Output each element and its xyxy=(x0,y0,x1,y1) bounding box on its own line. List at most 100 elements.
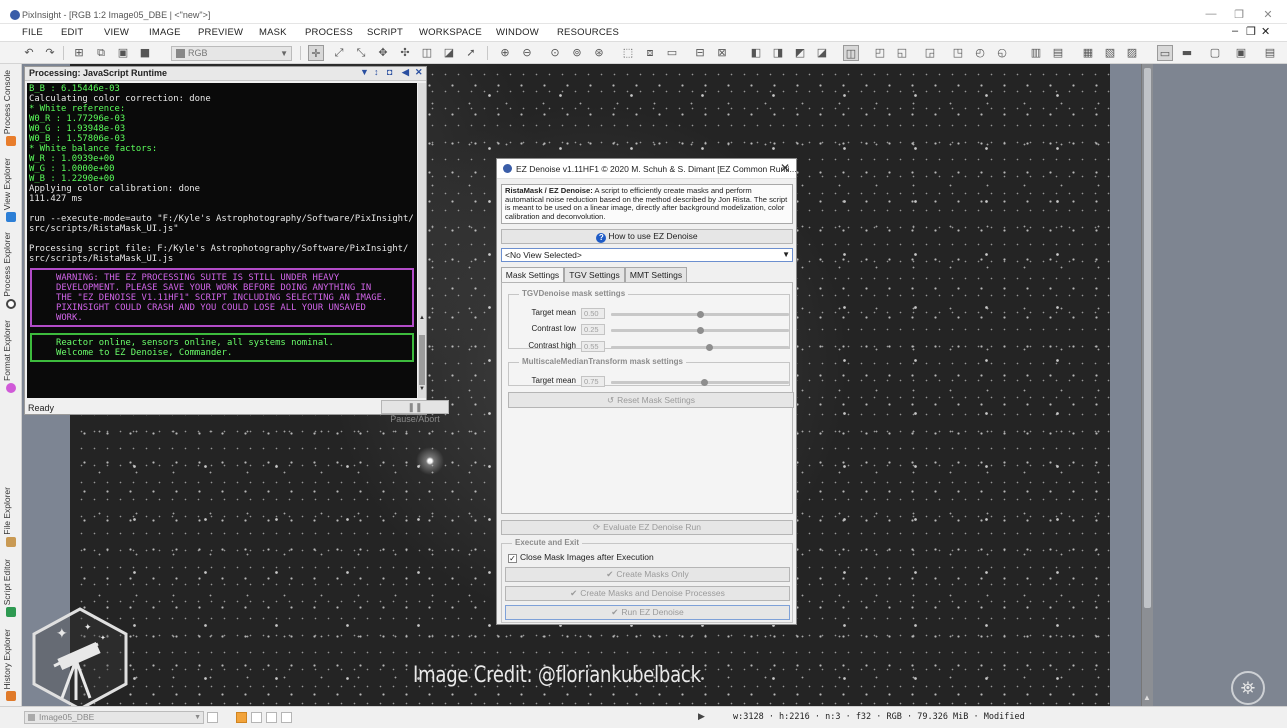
menu-file[interactable]: FILE xyxy=(22,27,43,38)
fit-view-icon[interactable]: ⤢ xyxy=(331,45,347,61)
menu-image[interactable]: IMAGE xyxy=(149,27,181,38)
display-red-icon[interactable]: ◩ xyxy=(792,45,808,61)
menu-preview[interactable]: PREVIEW xyxy=(198,27,243,38)
preview-select-icon[interactable]: ⬚ xyxy=(620,45,636,61)
zoom-fit-icon[interactable]: ⊚ xyxy=(569,45,585,61)
tab-mask-settings[interactable]: Mask Settings xyxy=(501,267,564,283)
sidebar-tab-view-explorer[interactable]: View Explorer xyxy=(2,150,20,224)
channel-selector[interactable]: RGB ▼ xyxy=(171,46,292,61)
resize-icon[interactable]: ↕ xyxy=(374,67,379,77)
menu-resources[interactable]: RESOURCES xyxy=(557,27,619,38)
dock-left-icon[interactable]: ◀ xyxy=(402,67,409,78)
layout-5-icon[interactable]: ▨ xyxy=(1124,45,1140,61)
undo-icon[interactable]: ↶ xyxy=(21,45,37,61)
zoom-out-icon[interactable]: ⊖ xyxy=(519,45,535,61)
redo-icon[interactable]: ↷ xyxy=(42,45,58,61)
display-rgb-icon[interactable]: ◨ xyxy=(770,45,786,61)
pointer-icon[interactable]: ➚ xyxy=(463,45,479,61)
frame-icon[interactable]: ◫ xyxy=(419,45,435,61)
slider-value-field[interactable]: 0.55 xyxy=(581,341,605,352)
slider-value-field[interactable]: 0.50 xyxy=(581,308,605,319)
slider-value-field[interactable]: 0.75 xyxy=(581,376,605,387)
preview-edit-icon[interactable]: ⧈ xyxy=(642,45,658,61)
menu-view[interactable]: VIEW xyxy=(104,27,129,38)
track-icon[interactable]: ◲ xyxy=(922,45,938,61)
panel-alt-icon[interactable]: ▬ xyxy=(1179,45,1195,61)
slider-track[interactable] xyxy=(611,311,789,318)
close-masks-checkbox-row[interactable]: ✓ Close Mask Images after Execution xyxy=(508,552,654,563)
reset-mask-settings-button[interactable]: ↺ Reset Mask Settings xyxy=(508,392,794,408)
slider-value-field[interactable]: 0.25 xyxy=(581,324,605,335)
how-to-use-button[interactable]: ? How to use EZ Denoise xyxy=(501,229,793,244)
stf-auto-icon[interactable]: ◱ xyxy=(894,45,910,61)
evaluate-run-button[interactable]: ⟳ Evaluate EZ Denoise Run xyxy=(501,520,793,535)
play-icon[interactable]: ▶ xyxy=(698,711,705,722)
target-view-select[interactable]: <No View Selected> ▼ xyxy=(501,248,793,262)
console-output[interactable]: B_B : 6.15446e-03 Calculating color corre… xyxy=(27,83,417,398)
scrollbar-thumb[interactable] xyxy=(1144,68,1151,608)
panel-icon[interactable]: ▭ xyxy=(1157,45,1173,61)
zoom-in-icon[interactable]: ⊕ xyxy=(497,45,513,61)
menu-process[interactable]: PROCESS xyxy=(305,27,353,38)
tab-mmt-settings[interactable]: MMT Settings xyxy=(625,267,687,282)
sidebar-tab-file-explorer[interactable]: File Explorer xyxy=(2,479,20,549)
pause-abort-button[interactable]: ❚❚ Pause/Abort xyxy=(381,400,449,424)
create-masks-only-button[interactable]: ✔ Create Masks Only xyxy=(505,567,790,582)
collapse-icon[interactable]: ▼ xyxy=(360,67,369,77)
sidebar-tab-format-explorer[interactable]: Format Explorer xyxy=(2,313,20,395)
display-green-icon[interactable]: ◪ xyxy=(814,45,830,61)
status-view-selector[interactable]: Image05_DBE ▼ xyxy=(24,711,204,724)
mask-show-icon[interactable]: ⊟ xyxy=(692,45,708,61)
menu-mask[interactable]: MASK xyxy=(259,27,287,38)
slider-knob[interactable] xyxy=(700,379,708,386)
menu-edit[interactable]: EDIT xyxy=(61,27,83,38)
layout-1-icon[interactable]: ▥ xyxy=(1028,45,1044,61)
menu-script[interactable]: SCRIPT xyxy=(367,27,403,38)
slider-track[interactable] xyxy=(611,344,789,351)
status-layout-icon[interactable] xyxy=(207,712,218,723)
scroll-arrow-icon[interactable]: ▲ xyxy=(1143,693,1151,702)
layout-4-icon[interactable]: ▧ xyxy=(1102,45,1118,61)
sidebar-tab-script-editor[interactable]: Script Editor xyxy=(2,551,20,619)
tab-tgv-settings[interactable]: TGV Settings xyxy=(564,267,625,282)
new-preview-icon[interactable]: ◪ xyxy=(441,45,457,61)
slider-track[interactable] xyxy=(611,327,789,334)
restore-button[interactable]: ❐ xyxy=(1224,8,1254,21)
create-masks-denoise-button[interactable]: ✔ Create Masks and Denoise Processes xyxy=(505,586,790,601)
view-icon[interactable]: ⊞ xyxy=(71,45,87,61)
sidebar-tab-history-explorer[interactable]: History Explorer xyxy=(2,621,20,703)
display-channel-icon[interactable]: ◧ xyxy=(748,45,764,61)
stf-icon[interactable]: ◰ xyxy=(872,45,888,61)
duplicate-icon[interactable]: ⧉ xyxy=(93,45,109,61)
move-icon[interactable]: ✥ xyxy=(375,45,391,61)
menu-workspace[interactable]: WORKSPACE xyxy=(419,27,482,38)
mdi-close-button[interactable]: ✕ xyxy=(1261,25,1270,38)
image-vertical-scrollbar[interactable]: ▲ xyxy=(1141,64,1153,706)
float-icon[interactable]: ◘ xyxy=(387,67,392,77)
rect-select-icon[interactable]: ▭ xyxy=(664,45,680,61)
screen-alt-icon[interactable]: ▤ xyxy=(1262,45,1278,61)
sidebar-tab-process-console[interactable]: Process Console xyxy=(2,64,20,148)
status-swatch-icon[interactable] xyxy=(266,712,277,723)
export-icon[interactable]: ■ xyxy=(137,45,153,61)
mask-invert-icon[interactable]: ⊠ xyxy=(714,45,730,61)
monitor-icon[interactable]: ▢ xyxy=(1207,45,1223,61)
pan-tool-icon[interactable]: ✛ xyxy=(308,45,324,61)
status-swatch-icon[interactable] xyxy=(251,712,262,723)
close-icon[interactable]: ✕ xyxy=(415,67,423,78)
display-blue-icon[interactable]: ◫ xyxy=(843,45,859,61)
zoom-1-1-icon[interactable]: ⊙ xyxy=(547,45,563,61)
screen-icon[interactable]: ▣ xyxy=(1233,45,1249,61)
zoom-optimal-icon[interactable]: ⊛ xyxy=(591,45,607,61)
center-icon[interactable]: ✣ xyxy=(397,45,413,61)
linked-icon[interactable]: ◳ xyxy=(950,45,966,61)
scroll-up-icon[interactable]: ▲ xyxy=(418,315,426,321)
close-window-button[interactable]: ✕ xyxy=(1253,8,1283,21)
slider-knob[interactable] xyxy=(697,311,704,318)
console-scrollbar-thumb[interactable] xyxy=(419,335,425,385)
slider-knob[interactable] xyxy=(697,327,704,334)
slider-knob[interactable] xyxy=(705,344,713,351)
slider-track[interactable] xyxy=(611,379,789,386)
mdi-restore-button[interactable]: ❐ xyxy=(1246,25,1256,38)
console-scrollbar[interactable]: ▲ ▼ xyxy=(418,83,426,398)
